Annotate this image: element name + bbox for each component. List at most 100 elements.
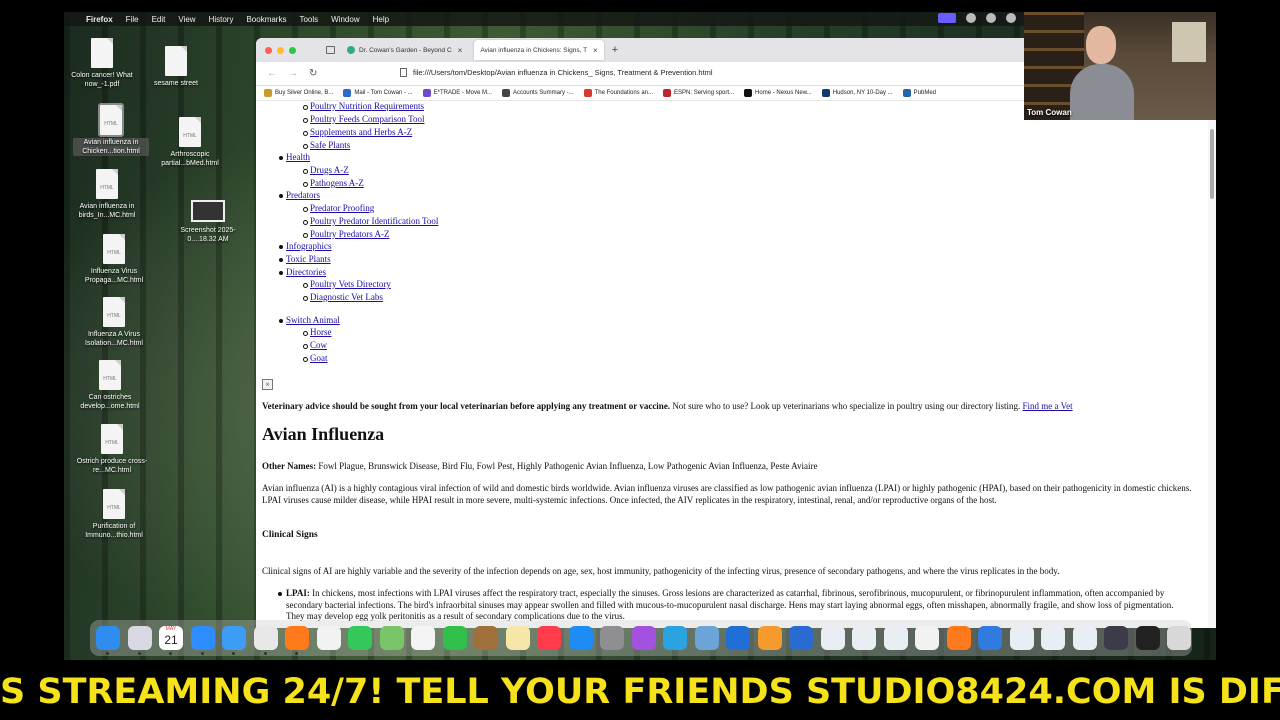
reload-icon[interactable]: ↻	[309, 68, 317, 79]
pdf-icon[interactable]	[1072, 626, 1097, 650]
new-tab-button[interactable]: +	[612, 44, 618, 56]
scrollbar-thumb[interactable]	[1210, 129, 1214, 199]
bookmark-item[interactable]: PubMed	[902, 89, 936, 97]
facetime-icon[interactable]	[442, 626, 467, 650]
messages-icon[interactable]	[348, 626, 372, 650]
system-settings-icon[interactable]	[600, 626, 624, 650]
desktop-file-icon[interactable]: HTML Ostrich produce cross-re...MC.html	[74, 424, 150, 475]
screen-share-icon[interactable]	[938, 13, 956, 23]
launchpad-icon[interactable]	[127, 626, 152, 655]
nav-link-poultry-vets-directory[interactable]: Poultry Vets Directory	[303, 279, 391, 289]
nav-link-switch-animal[interactable]: Switch Animal	[279, 315, 340, 325]
doc-icon[interactable]	[789, 626, 813, 650]
dark-folder-icon[interactable]	[1104, 626, 1128, 650]
bookmark-item[interactable]: E*TRADE - Move M...	[422, 89, 492, 97]
nav-link-health[interactable]: Health	[279, 152, 310, 162]
desktop-file-icon[interactable]: HTML Avian influenza in Chicken...tion.h…	[73, 103, 149, 156]
menu-tools[interactable]: Tools	[299, 15, 318, 24]
tab-overview-icon[interactable]	[326, 46, 335, 54]
desktop-file-icon[interactable]: HTML Influenza Virus Propaga...MC.html	[76, 234, 152, 285]
nav-link-toxic-plants[interactable]: Toxic Plants	[279, 254, 331, 264]
photos-icon[interactable]	[411, 626, 435, 650]
menu-bookmarks[interactable]: Bookmarks	[246, 15, 286, 24]
nav-link-poultry-nutrition-requirements[interactable]: Poultry Nutrition Requirements	[303, 101, 424, 111]
app-store-icon[interactable]	[568, 626, 593, 650]
nav-link-poultry-feeds-comparison-tool[interactable]: Poultry Feeds Comparison Tool	[302, 114, 424, 124]
menu-help[interactable]: Help	[373, 15, 389, 24]
nav-link-safe-plants[interactable]: Safe Plants	[302, 140, 350, 150]
terminal-icon[interactable]	[1135, 626, 1160, 650]
pdf-icon[interactable]	[1041, 626, 1065, 650]
nav-link-predator-proofing[interactable]: Predator Proofing	[302, 203, 374, 213]
file-icon[interactable]	[915, 626, 939, 650]
nav-link-predators[interactable]: Predators	[279, 190, 320, 200]
desktop-file-icon[interactable]: HTML Can ostriches develop...ome.html	[72, 360, 148, 411]
xcode-icon[interactable]	[726, 626, 750, 650]
desktop-file-icon[interactable]: Screenshot 2025-0....18.32 AM	[170, 200, 246, 244]
desktop-file-icon[interactable]: HTML Influenza A Virus Isolation...MC.ht…	[76, 297, 152, 348]
menu-window[interactable]: Window	[331, 15, 359, 24]
news-icon[interactable]	[537, 626, 561, 650]
nav-link-poultry-predators-a-z[interactable]: Poultry Predators A-Z	[303, 229, 390, 239]
notes-icon[interactable]	[505, 626, 530, 650]
pdf-icon[interactable]	[852, 626, 876, 650]
back-arrow-icon[interactable]: ←	[267, 68, 277, 79]
maps-icon[interactable]	[379, 626, 404, 650]
menu-edit[interactable]: Edit	[152, 15, 166, 24]
nav-link-drugs-a-z[interactable]: Drugs A-Z	[303, 165, 349, 175]
menu-app-name[interactable]: Firefox	[86, 15, 113, 24]
bookmark-item[interactable]: Mail - Tom Cowan - ...	[343, 89, 413, 97]
pdf-icon[interactable]	[820, 626, 845, 650]
menu-view[interactable]: View	[178, 15, 195, 24]
url-text[interactable]: file:///Users/tom/Desktop/Avian influenz…	[413, 68, 713, 77]
chrome-icon[interactable]	[253, 626, 278, 655]
bookmark-item[interactable]: The Foundations an...	[583, 89, 653, 97]
menu-file[interactable]: File	[126, 15, 139, 24]
zoom-icon[interactable]	[190, 626, 215, 655]
find-vet-link[interactable]: Find me a Vet	[1023, 401, 1073, 411]
url-bar[interactable]: file:///Users/tom/Desktop/Avian influenz…	[400, 68, 713, 77]
podcasts-icon[interactable]	[631, 626, 656, 650]
bookmark-item[interactable]: ESPN: Serving sport...	[663, 89, 734, 97]
control-center-icon[interactable]	[966, 13, 976, 23]
file-icon[interactable]	[316, 626, 341, 650]
pages-icon[interactable]	[757, 626, 782, 650]
nav-link-horse[interactable]: Horse	[303, 327, 332, 337]
nav-link-pathogens-a-z[interactable]: Pathogens A-Z	[303, 178, 364, 188]
firefox-icon[interactable]	[946, 626, 971, 650]
desktop-file-icon[interactable]: sesame street	[138, 46, 214, 88]
desktop-file-icon[interactable]: HTML Avian influenza in birds_In...MC.ht…	[69, 169, 145, 220]
bookmark-item[interactable]: Hudson, NY 10-Day ...	[821, 89, 893, 97]
bookmark-item[interactable]: Buy Silver Online, B...	[264, 89, 333, 97]
close-icon[interactable]: ×	[262, 379, 273, 390]
preview-icon[interactable]	[694, 626, 719, 650]
desktop-file-icon[interactable]: HTML Arthroscopic partial...bMed.html	[152, 117, 228, 168]
close-tab-icon[interactable]: ×	[593, 46, 598, 55]
nav-link-cow[interactable]: Cow	[302, 340, 327, 350]
calendar-icon[interactable]: MAY 21	[159, 626, 183, 655]
telegram-icon[interactable]	[663, 626, 687, 650]
forward-arrow-icon[interactable]: →	[288, 68, 298, 79]
firefox-icon[interactable]	[285, 626, 309, 655]
nav-link-infographics[interactable]: Infographics	[278, 241, 331, 251]
tab-avian-influenza[interactable]: Avian influenza in Chickens: Signs, T ×	[474, 40, 604, 60]
desktop-file-icon[interactable]: HTML Purification of Immuno...thio.html	[76, 489, 152, 540]
tab-dr-cowans-garden[interactable]: Dr. Cowan's Garden - Beyond C ×	[341, 40, 468, 60]
close-tab-icon[interactable]: ×	[458, 46, 463, 55]
finder-icon[interactable]	[96, 626, 120, 655]
nav-link-supplements-and-herbs-a-z[interactable]: Supplements and Herbs A-Z	[302, 127, 412, 137]
globe-icon[interactable]	[978, 626, 1002, 650]
zoom-window-button[interactable]	[289, 46, 296, 54]
desktop-file-icon[interactable]: Colon cancer! What now_-1.pdf	[64, 38, 140, 89]
pdf-icon[interactable]	[1009, 626, 1034, 650]
close-window-button[interactable]	[265, 46, 272, 54]
nav-link-diagnostic-vet-labs[interactable]: Diagnostic Vet Labs	[303, 292, 383, 302]
notes-brown-icon[interactable]	[474, 626, 498, 650]
play-icon[interactable]	[986, 13, 996, 23]
pdf-icon[interactable]	[883, 626, 908, 650]
nav-link-directories[interactable]: Directories	[279, 267, 326, 277]
bookmark-item[interactable]: Accounts Summary -...	[501, 89, 574, 97]
bookmark-item[interactable]: Home - Nexus New...	[744, 89, 812, 97]
nav-link-goat[interactable]: Goat	[303, 353, 328, 363]
menu-history[interactable]: History	[209, 15, 234, 24]
